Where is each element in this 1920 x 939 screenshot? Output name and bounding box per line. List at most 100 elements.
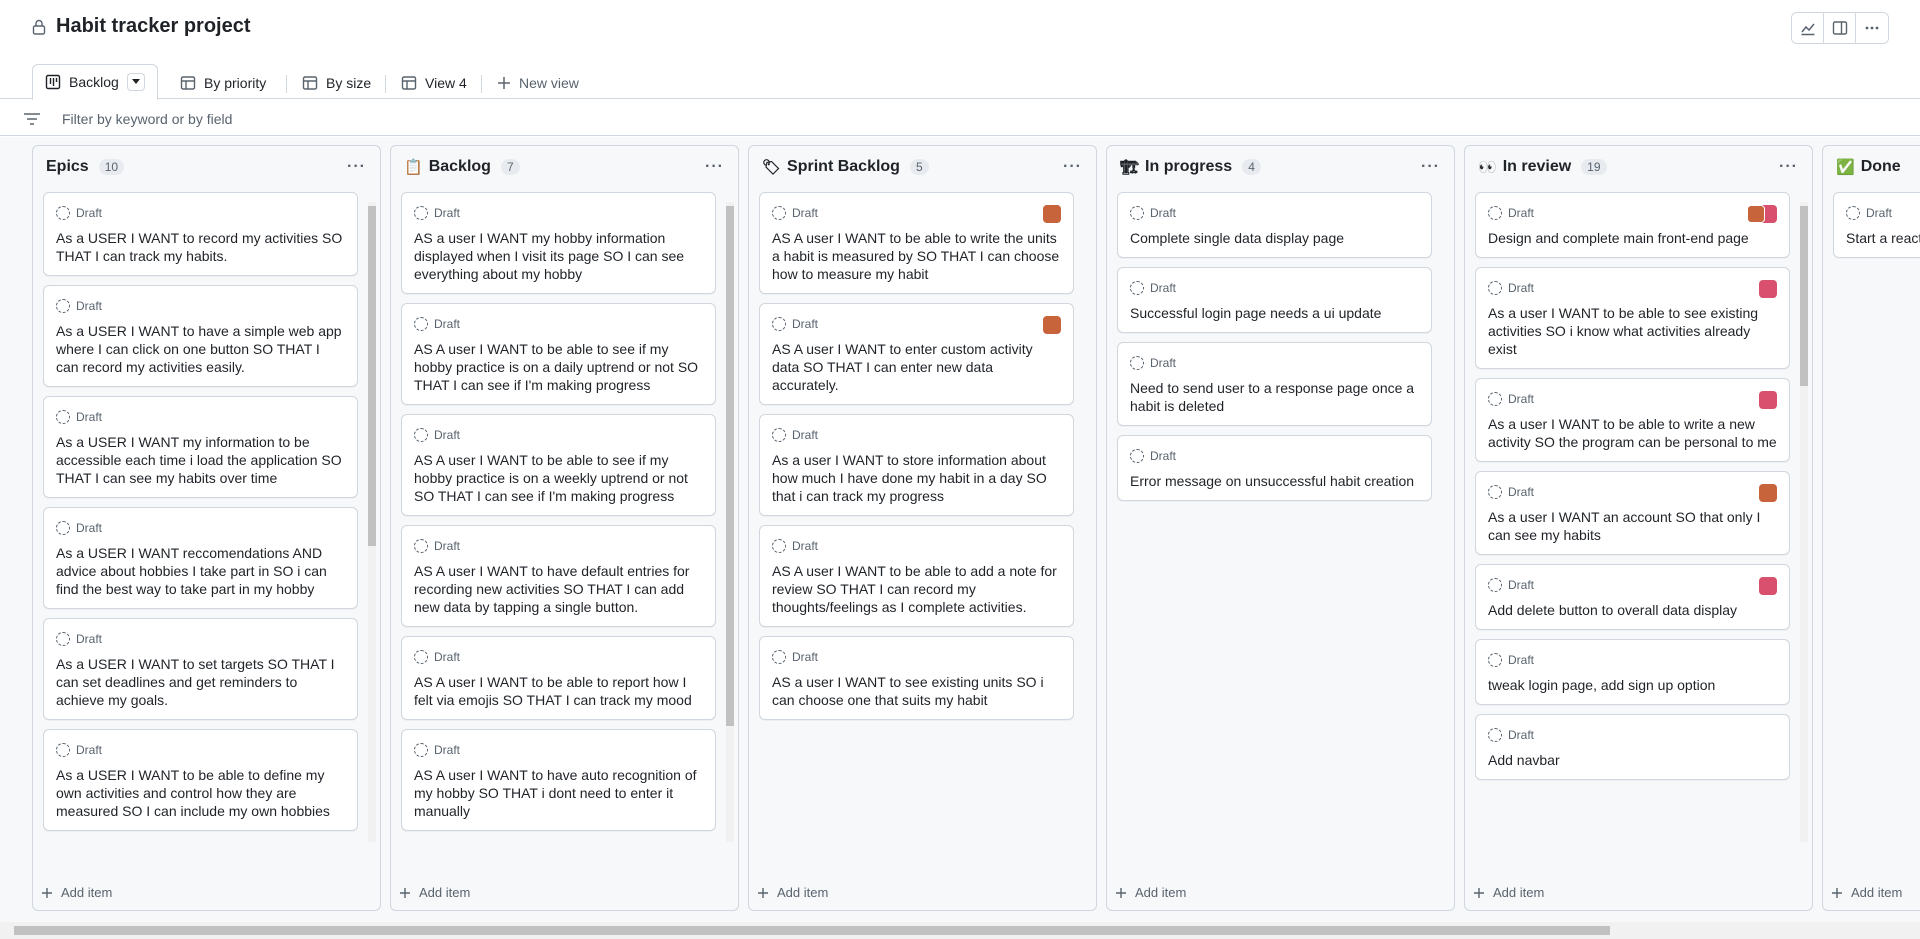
card-title[interactable]: As a user I WANT to be able to write a n… xyxy=(1488,415,1777,451)
insights-button[interactable] xyxy=(1792,13,1824,43)
add-item-button[interactable]: Add item xyxy=(1473,885,1544,900)
card[interactable]: Draft As a user I WANT an account SO that… xyxy=(1475,471,1790,555)
card[interactable]: Draft AS A user I WANT to be able to see … xyxy=(401,414,716,516)
card[interactable]: Draft Add delete button to overall data d… xyxy=(1475,564,1790,630)
table-icon xyxy=(401,75,417,90)
card-title[interactable]: Start a react xyxy=(1846,229,1920,247)
card-title[interactable]: Need to send user to a response page onc… xyxy=(1130,379,1419,415)
eyes-icon: 👀 xyxy=(1478,159,1497,176)
horizontal-scrollbar[interactable] xyxy=(0,922,1920,939)
card-title[interactable]: AS a user I WANT to see existing units S… xyxy=(772,673,1061,709)
card-title[interactable]: As a USER I WANT to set targets SO THAT … xyxy=(56,655,345,709)
card-title[interactable]: Successful login page needs a ui update xyxy=(1130,304,1419,322)
avatar[interactable] xyxy=(1747,205,1765,223)
card[interactable]: Draft Complete single data display page xyxy=(1117,192,1432,258)
card[interactable]: Draft AS A user I WANT to have default en… xyxy=(401,525,716,627)
filter-bar[interactable]: Filter by keyword or by field xyxy=(0,100,1920,136)
card[interactable]: Draft Add navbar xyxy=(1475,714,1790,780)
card[interactable]: Draft As a USER I WANT to record my activ… xyxy=(43,192,358,276)
card-title[interactable]: AS A user I WANT to be able to add a not… xyxy=(772,562,1061,616)
card-title[interactable]: Error message on unsuccessful habit crea… xyxy=(1130,472,1419,490)
column-scrollbar[interactable] xyxy=(366,192,376,852)
plus-icon xyxy=(498,76,510,89)
column-scrollbar[interactable] xyxy=(1798,192,1808,852)
card[interactable]: Draft As a USER I WANT reccomendations AN… xyxy=(43,507,358,609)
more-options-button[interactable] xyxy=(1856,13,1888,43)
column-menu-button[interactable]: ··· xyxy=(1063,158,1082,176)
card[interactable]: Draft AS A user I WANT to be able to repo… xyxy=(401,636,716,720)
card[interactable]: Draft Need to send user to a response pag… xyxy=(1117,342,1432,426)
add-item-button[interactable]: Add item xyxy=(1115,885,1186,900)
card-title[interactable]: Design and complete main front-end page xyxy=(1488,229,1777,247)
table-icon xyxy=(180,75,196,90)
card-title[interactable]: As a user I WANT to store information ab… xyxy=(772,451,1061,505)
card[interactable]: Draft As a USER I WANT to set targets SO … xyxy=(43,618,358,720)
card-title[interactable]: As a USER I WANT my information to be ac… xyxy=(56,433,345,487)
card-title[interactable]: AS A user I WANT to be able to write the… xyxy=(772,229,1061,283)
card-title[interactable]: As a USER I WANT to record my activities… xyxy=(56,229,345,265)
avatar[interactable] xyxy=(1043,205,1061,223)
card-title[interactable]: AS A user I WANT to be able to see if my… xyxy=(414,451,703,505)
card[interactable]: Draft AS A user I WANT to have auto recog… xyxy=(401,729,716,831)
card-title[interactable]: AS A user I WANT to be able to report ho… xyxy=(414,673,703,709)
card[interactable]: Draft AS A user I WANT to be able to writ… xyxy=(759,192,1074,294)
draft-icon xyxy=(56,410,70,424)
card[interactable]: Draft Successful login page needs a ui up… xyxy=(1117,267,1432,333)
card-title[interactable]: As a user I WANT to be able to see exist… xyxy=(1488,304,1777,358)
tab-view-4[interactable]: View 4 xyxy=(401,66,467,99)
tab-by-priority[interactable]: By priority xyxy=(180,66,266,99)
card[interactable]: Draft As a USER I WANT my information to … xyxy=(43,396,358,498)
card-title[interactable]: AS A user I WANT to be able to see if my… xyxy=(414,340,703,394)
card-list: Draft Design and complete main front-end … xyxy=(1475,192,1790,789)
add-item-button[interactable]: Add item xyxy=(1831,885,1902,900)
card[interactable]: Draft AS A user I WANT to be able to add … xyxy=(759,525,1074,627)
card-title[interactable]: As a USER I WANT to have a simple web ap… xyxy=(56,322,345,376)
add-item-button[interactable]: Add item xyxy=(399,885,470,900)
add-item-button[interactable]: Add item xyxy=(757,885,828,900)
card-title[interactable]: As a USER I WANT to be able to define my… xyxy=(56,766,345,820)
column-menu-button[interactable]: ··· xyxy=(1421,158,1440,176)
avatar[interactable] xyxy=(1043,316,1061,334)
card-title[interactable]: AS A user I WANT to have auto recognitio… xyxy=(414,766,703,820)
filter-input[interactable]: Filter by keyword or by field xyxy=(62,111,232,127)
card-title[interactable]: AS A user I WANT to enter custom activit… xyxy=(772,340,1061,394)
card[interactable]: Draft AS A user I WANT to enter custom ac… xyxy=(759,303,1074,405)
avatar[interactable] xyxy=(1759,577,1777,595)
card[interactable]: Draft As a user I WANT to be able to see … xyxy=(1475,267,1790,369)
add-item-button[interactable]: Add item xyxy=(41,885,112,900)
card[interactable]: Draft AS a user I WANT to see existing un… xyxy=(759,636,1074,720)
card[interactable]: Draft Start a react xyxy=(1833,192,1920,258)
sidebar-toggle-button[interactable] xyxy=(1824,13,1856,43)
card[interactable]: Draft tweak login page, add sign up optio… xyxy=(1475,639,1790,705)
card-title[interactable]: As a user I WANT an account SO that only… xyxy=(1488,508,1777,544)
card[interactable]: Draft As a user I WANT to store informati… xyxy=(759,414,1074,516)
card[interactable]: Draft As a USER I WANT to be able to defi… xyxy=(43,729,358,831)
card-title[interactable]: As a USER I WANT reccomendations AND adv… xyxy=(56,544,345,598)
card[interactable]: Draft Design and complete main front-end … xyxy=(1475,192,1790,258)
card-title[interactable]: tweak login page, add sign up option xyxy=(1488,676,1777,694)
add-item-label: Add item xyxy=(61,885,113,900)
view-options-dropdown[interactable] xyxy=(126,73,145,91)
avatar[interactable] xyxy=(1759,280,1777,298)
column-menu-button[interactable]: ··· xyxy=(1779,158,1798,176)
card[interactable]: Draft AS A user I WANT to be able to see … xyxy=(401,303,716,405)
card-title[interactable]: Add delete button to overall data displa… xyxy=(1488,601,1777,619)
card-title[interactable]: AS A user I WANT to have default entries… xyxy=(414,562,703,616)
card[interactable]: Draft Error message on unsuccessful habit… xyxy=(1117,435,1432,501)
column-menu-button[interactable]: ··· xyxy=(347,158,366,176)
card[interactable]: Draft As a USER I WANT to have a simple w… xyxy=(43,285,358,387)
card-title[interactable]: AS a user I WANT my hobby information di… xyxy=(414,229,703,283)
card[interactable]: Draft As a user I WANT to be able to writ… xyxy=(1475,378,1790,462)
card-title[interactable]: Add navbar xyxy=(1488,751,1777,769)
card-title[interactable]: Complete single data display page xyxy=(1130,229,1419,247)
avatar[interactable] xyxy=(1759,391,1777,409)
avatar[interactable] xyxy=(1759,484,1777,502)
draft-label: Draft xyxy=(1508,578,1535,592)
column-scrollbar[interactable] xyxy=(724,192,734,852)
card[interactable]: Draft AS a user I WANT my hobby informati… xyxy=(401,192,716,294)
column-menu-button[interactable]: ··· xyxy=(705,158,724,176)
tab-by-size[interactable]: By size xyxy=(302,66,371,99)
tab-backlog[interactable]: Backlog xyxy=(32,64,158,100)
scrollbar-thumb[interactable] xyxy=(14,926,1610,935)
new-view-button[interactable]: New view xyxy=(497,66,579,99)
